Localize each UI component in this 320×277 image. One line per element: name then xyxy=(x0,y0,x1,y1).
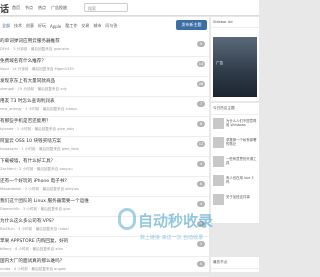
topic-title[interactable]: 国内大厂的面试真的那么难吗？ xyxy=(0,258,64,264)
topic-meta: kuwasami · 1 小时前 · 最后回复来自 glee_dais xyxy=(0,147,79,151)
reply-count-badge[interactable]: 6 xyxy=(197,181,205,187)
topic-row[interactable]: 下载被墙，有什么好工具？ Zachfeni · 2 小时前 · 最后回复来自 ba… xyxy=(0,155,209,177)
hot-topic-title[interactable]: 一些有意思的开源工具 xyxy=(226,157,257,165)
topic-title[interactable]: 还有一个好玩的 iPhone 电子书？ xyxy=(0,178,69,184)
tab-apple[interactable]: Apple xyxy=(50,24,61,29)
hot-nodes-title: 最热节点 xyxy=(211,257,259,269)
avatar[interactable] xyxy=(213,118,224,129)
topic-title[interactable]: 苹果 APPSTORE 内购回复，好的 xyxy=(0,238,68,244)
topic-row[interactable]: 免费域名有什么推荐？ lloyd · 14 分钟前 · 最后回复来自 Mgen53… xyxy=(0,55,209,77)
topic-title[interactable]: 有那些手机是否还能用？ xyxy=(0,118,51,124)
topic-title[interactable]: 下载被墙，有什么好工具？ xyxy=(0,158,55,164)
topic-meta: Rb43Lin · 3 小时前 · 最后回复来自 rlubal xyxy=(0,227,69,231)
tab-creative[interactable]: 创意 xyxy=(26,23,34,29)
topic-row[interactable]: 阿里云 OSS 10 块钱买啥方案 kuwasami · 1 小时前 · 最后回复… xyxy=(0,135,209,157)
ad-title: Sidebar Ad xyxy=(211,17,259,28)
tab-tech[interactable]: 技术 xyxy=(14,23,22,29)
top-nav: 首页 节点 热点 广告投放 xyxy=(12,5,67,11)
top-bar: 话 首页 节点 热点 广告投放 搜索 xyxy=(0,0,259,16)
topic-row[interactable]: 的单词弹词应用云服务器推荐 DFH1 · 3 分钟前 · 最后回复来自 guanz… xyxy=(0,35,209,57)
hot-topic-title[interactable]: 为什么人们不愿意再用 Windows xyxy=(226,119,257,127)
topic-row[interactable]: 发现京东上有大量同款商品 zhengdl · 19 分钟前 · 最后回复来自 xd… xyxy=(0,75,209,97)
hot-topic-item[interactable]: 为什么人们不愿意再用 Windows xyxy=(213,117,257,131)
hot-topic-title[interactable]: 关于加班这件事 xyxy=(226,195,257,199)
hot-topic-title[interactable]: 有人也在用 Vue 3 吗 xyxy=(226,176,257,184)
nav-nodes[interactable]: 节点 xyxy=(25,5,33,11)
tab-deals[interactable]: 交易 xyxy=(81,23,89,29)
hot-topic-item[interactable]: 一些有意思的开源工具 xyxy=(213,155,257,169)
watermark-logo-icon xyxy=(118,208,136,230)
topic-row[interactable]: 还有一个好玩的 iPhone 电子书？ Mosabbelak · 2 小时前 · … xyxy=(0,175,209,197)
hot-topic-item[interactable]: 求推荐一个私有部署的笔记 xyxy=(213,136,257,150)
tab-jobs[interactable]: 酷工作 xyxy=(65,23,77,29)
watermark: 自动秒收录 数上链接 来访一次 自动收录 xyxy=(118,200,238,248)
tab-bar: 全部 技术 创意 好玩 Apple 酷工作 交易 城市 问与答 xyxy=(0,20,117,32)
watermark-brand: 自动秒收录 xyxy=(138,212,214,230)
sidebar-ad-card: Sidebar Ad 广告 xyxy=(211,17,259,101)
topic-meta: zhengdl · 19 分钟前 · 最后回复来自 xdy xyxy=(0,87,67,91)
reply-count-badge[interactable]: 12 xyxy=(197,141,205,147)
reply-count-badge[interactable]: 14 xyxy=(197,61,205,67)
hot-topic-title[interactable]: 求推荐一个私有部署的笔记 xyxy=(226,138,257,146)
avatar[interactable] xyxy=(213,156,224,167)
topic-title[interactable]: 用友 T3 时怎么查询利润表 xyxy=(0,98,55,104)
nav-ads[interactable]: 广告投放 xyxy=(51,5,67,11)
topic-title[interactable]: 我们这个团队的 Linux 服务器需要一个运维 xyxy=(0,198,89,204)
topic-meta: lloyd · 14 分钟前 · 最后回复来自 Mgen5339 xyxy=(0,67,74,71)
topic-meta: ronda · 4 小时前 · 最后回复来自 anglek xyxy=(0,267,67,271)
topic-meta: Zachfeni · 2 小时前 · 最后回复来自 bazyuu xyxy=(0,167,73,171)
topic-title[interactable]: 为什么这么多公司有 VPS？ xyxy=(0,218,56,224)
today-hot-title: 今日热议主题 xyxy=(211,103,259,115)
topic-meta: tiffany · 4 小时前 · 最后回复来自 xfan xyxy=(0,247,64,251)
search-input[interactable]: 搜索 xyxy=(84,3,128,12)
nav-home[interactable]: 首页 xyxy=(12,5,20,11)
topic-meta: DiamenVik · 3 小时前 · 最后回复来自 glac xyxy=(0,207,71,211)
reply-count-badge[interactable]: 5 xyxy=(197,261,205,267)
topic-row[interactable]: 用友 T3 时怎么查询利润表 new_energy · 1 小时前 · 最后回复来… xyxy=(0,95,209,117)
ad-text: 广告 xyxy=(216,61,224,65)
reply-count-badge[interactable]: 26 xyxy=(197,81,205,87)
topic-title[interactable]: 免费域名有什么推荐？ xyxy=(0,58,46,64)
topic-title[interactable]: 的单词弹词应用云服务器推荐 xyxy=(0,38,60,44)
topic-meta: Mosabbelak · 2 小时前 · 最后回复来自 alleylan xyxy=(0,187,80,191)
tab-all[interactable]: 全部 xyxy=(2,23,10,29)
topic-row[interactable]: 国内大厂的面试真的那么难吗？ ronda · 4 小时前 · 最后回复来自 ang… xyxy=(0,255,209,277)
reply-count-badge[interactable]: 7 xyxy=(197,101,205,107)
reply-count-badge[interactable]: 4 xyxy=(197,161,205,167)
topic-meta: DFH1 · 3 分钟前 · 最后回复来自 guanzhe xyxy=(0,47,70,51)
site-logo[interactable]: 话 xyxy=(0,2,9,15)
tab-city[interactable]: 城市 xyxy=(93,23,101,29)
reply-count-badge[interactable]: 9 xyxy=(197,41,205,47)
ad-image[interactable]: 广告 xyxy=(213,37,257,97)
reply-count-badge[interactable]: 8 xyxy=(197,121,205,127)
tab-play[interactable]: 好玩 xyxy=(38,23,46,29)
topic-title[interactable]: 阿里云 OSS 10 块钱买啥方案 xyxy=(0,138,61,144)
tab-qna[interactable]: 问与答 xyxy=(105,23,117,29)
topic-meta: tylonde · 1 小时前 · 最后回复来自 glee_dais xyxy=(0,127,75,131)
avatar[interactable] xyxy=(213,175,224,186)
hot-nodes-card: 最热节点 xyxy=(211,257,259,272)
topic-title[interactable]: 发现京东上有大量同款商品 xyxy=(0,78,55,84)
avatar[interactable] xyxy=(213,137,224,148)
topic-row[interactable]: 有那些手机是否还能用？ tylonde · 1 小时前 · 最后回复来自 glee… xyxy=(0,115,209,137)
hot-topic-item[interactable]: 有人也在用 Vue 3 吗 xyxy=(213,174,257,188)
new-post-button[interactable]: 发布新主题 xyxy=(176,20,207,30)
nav-hot[interactable]: 热点 xyxy=(38,5,46,11)
topic-meta: new_energy · 1 小时前 · 最后回复来自 xiaoyu xyxy=(0,107,78,111)
watermark-slogan: 数上链接 来访一次 自动收录 xyxy=(140,235,204,241)
